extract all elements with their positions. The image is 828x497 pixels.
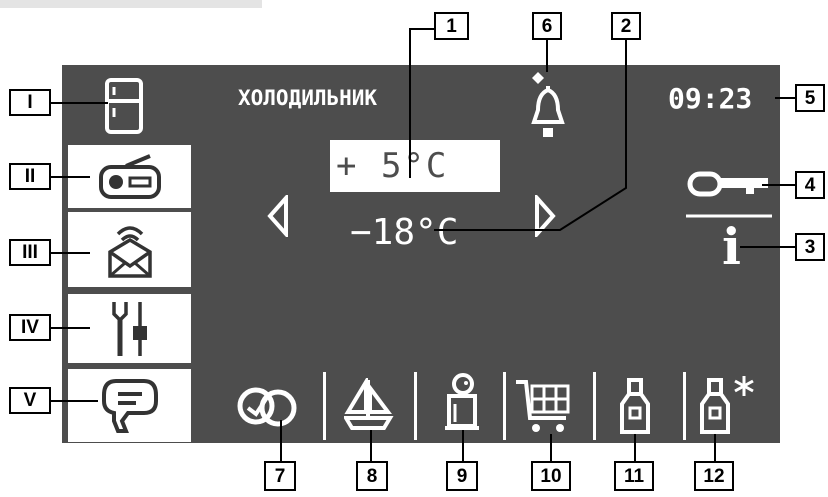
- callout-8: 8: [356, 461, 388, 491]
- arrow-left-icon[interactable]: [266, 195, 290, 237]
- divider: [683, 372, 686, 440]
- divider: [323, 372, 326, 440]
- top-strip: [0, 0, 262, 8]
- leader-line: [50, 102, 108, 104]
- penguin-icon[interactable]: [441, 372, 481, 432]
- divider: [593, 372, 596, 440]
- leader-line: [714, 434, 716, 462]
- callout-V: V: [9, 387, 51, 414]
- shopping-cart-icon[interactable]: [514, 378, 576, 436]
- leader-line: [280, 420, 282, 462]
- radio-icon: [98, 153, 161, 199]
- info-icon[interactable]: i: [722, 222, 741, 272]
- clock: 09:23: [668, 82, 753, 115]
- callout-II: II: [9, 163, 51, 190]
- leader-line: [370, 430, 372, 462]
- sidebar-item-fridge[interactable]: [88, 70, 160, 142]
- key-lock-icon[interactable]: [682, 170, 776, 220]
- leader-line: [50, 400, 98, 402]
- callout-7: 7: [264, 461, 296, 491]
- callout-III: III: [9, 239, 51, 266]
- callout-10: 10: [531, 461, 571, 491]
- callout-5: 5: [795, 84, 825, 112]
- leader-line: [409, 28, 411, 178]
- callout-6: 6: [532, 12, 562, 40]
- sidebar-item-messages[interactable]: [68, 369, 191, 442]
- leader-line: [634, 434, 636, 462]
- leader-line: [50, 176, 90, 178]
- leader-line: [462, 430, 464, 462]
- leader-line: [775, 97, 795, 99]
- leader-line: [434, 40, 627, 231]
- callout-2: 2: [611, 12, 641, 40]
- screen-title: ХОЛОДИЛЬНИК: [238, 86, 378, 110]
- leader-line: [50, 327, 90, 329]
- leader-line: [50, 252, 90, 254]
- callout-1: 1: [434, 12, 469, 40]
- leader-line: [762, 184, 795, 186]
- eco-mode-icon[interactable]: [236, 382, 298, 430]
- leader-line: [550, 434, 552, 462]
- sailboat-icon[interactable]: [344, 378, 394, 434]
- leader-line: [740, 246, 795, 248]
- bottle-icon[interactable]: [618, 378, 652, 436]
- callout-9: 9: [446, 461, 478, 491]
- speech-bubble-icon: [101, 378, 158, 433]
- callout-12: 12: [694, 461, 734, 491]
- sidebar-item-mail[interactable]: [68, 212, 191, 287]
- bottle-freeze-icon[interactable]: [698, 374, 762, 436]
- callout-IV: IV: [9, 314, 51, 341]
- mail-icon: [107, 225, 152, 278]
- divider: [414, 372, 417, 440]
- callout-11: 11: [614, 461, 654, 491]
- fridge-icon: [105, 78, 143, 134]
- callout-3: 3: [795, 233, 825, 261]
- settings-tools-icon: [111, 301, 147, 356]
- leader-line: [409, 28, 435, 30]
- divider: [503, 372, 506, 440]
- callout-4: 4: [795, 171, 825, 199]
- callout-I: I: [9, 89, 51, 116]
